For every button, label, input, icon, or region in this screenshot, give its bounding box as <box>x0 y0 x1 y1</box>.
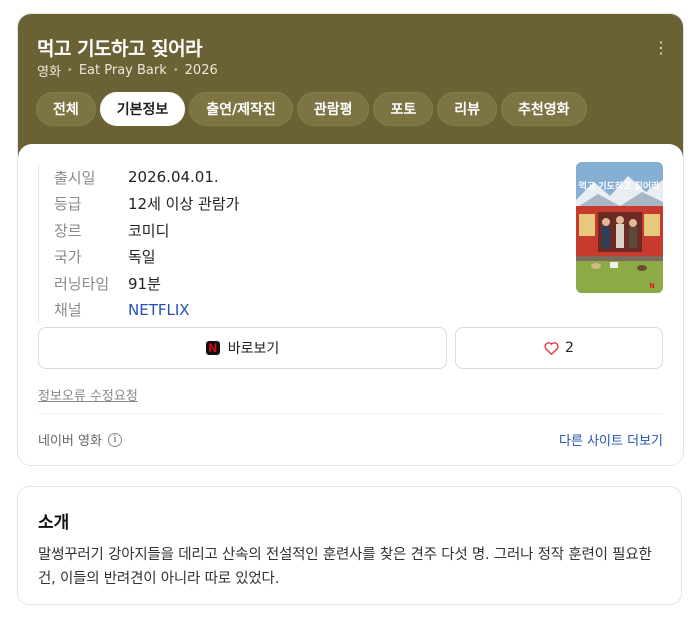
more-vertical-icon[interactable]: ⋮ <box>653 40 669 56</box>
meta-type: 영화 <box>37 65 61 80</box>
poster-title: 먹고 기도하고 짖어라 <box>579 180 661 192</box>
more-sites-link[interactable]: 다른 사이트 더보기 <box>559 430 663 449</box>
info-row-rating: 등급 12세 이상 관람가 <box>54 191 239 218</box>
movie-info-card: 먹고 기도하고 짖어라 영화 • Eat Pray Bark • 2026 ⋮ … <box>17 13 684 466</box>
info-value: 독일 <box>128 248 156 267</box>
info-key: 장르 <box>54 221 82 240</box>
info-row-genre: 장르 코미디 <box>54 217 239 244</box>
meta-year: 2026 <box>184 63 218 78</box>
like-count: 2 <box>565 340 574 356</box>
info-key: 국가 <box>54 248 82 267</box>
tab-reviews[interactable]: 리뷰 <box>437 92 497 126</box>
meta-separator: • <box>66 65 73 76</box>
data-source: 네이버 영화 i <box>38 430 122 449</box>
info-icon[interactable]: i <box>107 432 122 447</box>
intro-text: 말썽꾸러기 강아지들을 데리고 산속의 전설적인 훈련사를 찾은 견주 다섯 명… <box>38 547 652 587</box>
tab-photos[interactable]: 포토 <box>373 92 434 126</box>
movie-meta: 영화 • Eat Pray Bark • 2026 <box>37 61 218 80</box>
tab-basic-info[interactable]: 기본정보 <box>99 92 186 126</box>
tab-ratings[interactable]: 관람평 <box>296 92 370 126</box>
tab-cast-crew[interactable]: 출연/제작진 <box>189 92 293 126</box>
info-row-runtime: 러닝타임 91분 <box>54 270 239 297</box>
info-row-release: 출시일 2026.04.01. <box>54 164 239 191</box>
info-list: 출시일 2026.04.01. 등급 12세 이상 관람가 장르 코미디 국가 … <box>38 164 239 323</box>
intro-card: 소개 말썽꾸러기 강아지들을 데리고 산속의 전설적인 훈련사를 찾은 견주 다… <box>17 486 682 605</box>
meta-original-title: Eat Pray Bark <box>78 63 167 78</box>
netflix-icon: N <box>205 341 220 355</box>
info-value: 2026.04.01. <box>128 168 219 187</box>
channel-link[interactable]: NETFLIX <box>128 301 190 319</box>
tab-bar: 전체 기본정보 출연/제작진 관람평 포토 리뷰 추천영화 <box>36 92 587 126</box>
info-key: 러닝타임 <box>54 274 110 293</box>
info-key: 출시일 <box>54 168 96 187</box>
report-error-link[interactable]: 정보오류 수정요청 <box>38 385 138 404</box>
movie-title[interactable]: 먹고 기도하고 짖어라 <box>37 34 203 61</box>
info-row-country: 국가 독일 <box>54 244 239 271</box>
info-key: 등급 <box>54 195 82 214</box>
info-row-channel: 채널 NETFLIX <box>54 297 239 324</box>
poster-badge: N <box>649 283 654 290</box>
tab-all[interactable]: 전체 <box>36 92 96 126</box>
meta-separator: • <box>172 65 179 76</box>
intro-title: 소개 <box>38 513 70 533</box>
basic-info-panel: 출시일 2026.04.01. 등급 12세 이상 관람가 장르 코미디 국가 … <box>18 144 683 465</box>
watch-now-label: 바로보기 <box>227 341 280 357</box>
divider <box>38 413 663 414</box>
heart-icon <box>544 341 559 355</box>
info-value: 코미디 <box>128 221 170 240</box>
watch-now-button[interactable]: N 바로보기 <box>38 327 447 369</box>
like-button[interactable]: 2 <box>455 327 663 369</box>
info-value: 12세 이상 관람가 <box>128 195 240 214</box>
tab-recommended[interactable]: 추천영화 <box>500 92 587 126</box>
info-key: 채널 <box>54 301 82 320</box>
movie-poster[interactable]: 먹고 기도하고 짖어라 N <box>576 162 663 293</box>
source-label: 네이버 영화 <box>38 434 102 449</box>
poster-image: 먹고 기도하고 짖어라 N <box>576 162 663 293</box>
info-value: 91분 <box>128 274 161 293</box>
